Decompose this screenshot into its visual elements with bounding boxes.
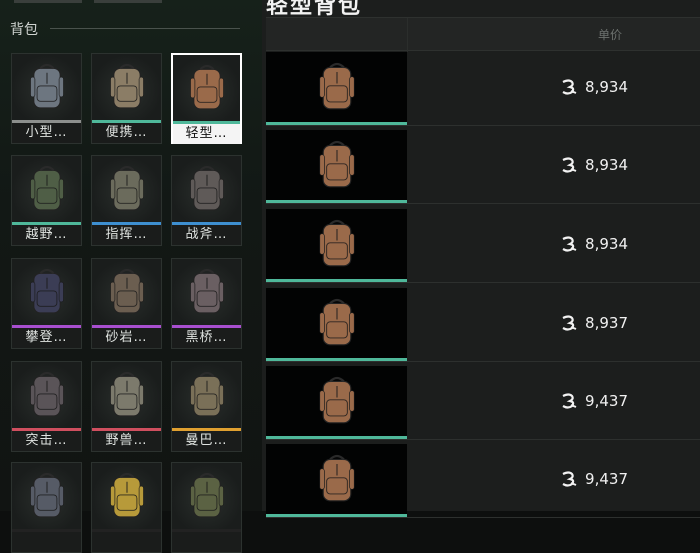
rarity-bar [266, 436, 407, 439]
tab-stub [14, 0, 82, 3]
price-value: 9,437 [585, 392, 628, 410]
price-value: 8,934 [585, 156, 628, 174]
listing-row[interactable]: 8,934 [266, 52, 700, 126]
price-value: 8,934 [585, 235, 628, 253]
backpack-icon [92, 362, 161, 428]
backpack-icon [266, 130, 407, 200]
item-label [172, 532, 241, 552]
currency-icon [562, 315, 577, 331]
rarity-bar [266, 358, 407, 361]
backpack-icon [92, 259, 161, 325]
price-value: 9,437 [585, 470, 628, 488]
backpack-icon [12, 362, 81, 428]
currency-icon [562, 236, 577, 252]
price-header: 单价 [597, 28, 622, 42]
backpack-icon [173, 55, 240, 121]
listing-row[interactable]: 8,934 [266, 130, 700, 204]
item-label: 黑桥… [172, 328, 241, 348]
listing-price: 8,934 [560, 156, 628, 174]
backpack-icon [266, 366, 407, 436]
backpack-icon [172, 156, 241, 222]
item-label: 小型… [12, 123, 81, 143]
item-tile[interactable]: 战斧… [171, 155, 242, 246]
currency-icon [562, 471, 577, 487]
item-label: 野兽… [92, 431, 161, 451]
backpack-icon [266, 288, 407, 358]
price-value: 8,934 [585, 78, 628, 96]
item-label: 砂岩… [92, 328, 161, 348]
item-tile[interactable]: 砂岩… [91, 258, 162, 349]
backpack-icon [92, 156, 161, 222]
currency-icon [562, 157, 577, 173]
listing-price: 9,437 [560, 392, 628, 410]
item-tile[interactable]: 指挥… [91, 155, 162, 246]
item-label [12, 532, 81, 552]
item-tile[interactable]: 轻型… [171, 53, 242, 144]
backpack-icon [172, 362, 241, 428]
backpack-list-panel: 背包 小型… 便携… 轻型… 越野… 指挥… 战斧… 攀登… 砂岩… 黑桥… 突… [0, 0, 262, 553]
item-label: 轻型… [173, 124, 240, 144]
backpack-icon [266, 52, 407, 122]
item-tile[interactable] [11, 462, 82, 553]
item-tile[interactable]: 突击… [11, 361, 82, 452]
backpack-icon [12, 54, 81, 120]
item-tile[interactable] [91, 462, 162, 553]
listing-row[interactable]: 9,437 [266, 366, 700, 440]
rarity-bar [266, 514, 407, 517]
item-tile[interactable]: 黑桥… [171, 258, 242, 349]
listing-price: 8,934 [560, 78, 628, 96]
item-label: 指挥… [92, 225, 161, 245]
backpack-icon [12, 259, 81, 325]
listing-panel: 轻型背包 单价 8,934 8,934 8,934 8,937 9,437 9,… [262, 0, 700, 518]
currency-icon [562, 393, 577, 409]
listing-row[interactable]: 8,937 [266, 288, 700, 362]
listing-price: 9,437 [560, 470, 628, 488]
rarity-bar [266, 279, 407, 282]
listing-price: 8,937 [560, 314, 628, 332]
listing-row[interactable]: 8,934 [266, 209, 700, 283]
section-divider [50, 28, 240, 29]
item-tile[interactable]: 野兽… [91, 361, 162, 452]
listing-price: 8,934 [560, 235, 628, 253]
backpack-icon [266, 209, 407, 279]
backpack-icon [172, 463, 241, 529]
item-label: 攀登… [12, 328, 81, 348]
item-label: 突击… [12, 431, 81, 451]
tab-stub [94, 0, 162, 3]
item-tile[interactable]: 便携… [91, 53, 162, 144]
item-label [92, 532, 161, 552]
rarity-bar [266, 122, 407, 125]
item-label: 便携… [92, 123, 161, 143]
item-tile[interactable] [171, 462, 242, 553]
item-tile[interactable]: 小型… [11, 53, 82, 144]
listing-header: 单价 [266, 17, 700, 52]
rarity-bar [266, 200, 407, 203]
backpack-icon [12, 463, 81, 529]
backpack-icon [12, 156, 81, 222]
price-value: 8,937 [585, 314, 628, 332]
backpack-icon [266, 444, 407, 514]
backpack-icon [92, 54, 161, 120]
column-divider [407, 18, 408, 52]
item-tile[interactable]: 曼巴… [171, 361, 242, 452]
currency-icon [562, 79, 577, 95]
item-tile[interactable]: 越野… [11, 155, 82, 246]
item-label: 越野… [12, 225, 81, 245]
backpack-icon [172, 259, 241, 325]
section-title: 背包 [10, 22, 38, 38]
backpack-icon [92, 463, 161, 529]
item-label: 战斧… [172, 225, 241, 245]
item-label: 曼巴… [172, 431, 241, 451]
listing-row[interactable]: 9,437 [266, 444, 700, 518]
item-tile[interactable]: 攀登… [11, 258, 82, 349]
